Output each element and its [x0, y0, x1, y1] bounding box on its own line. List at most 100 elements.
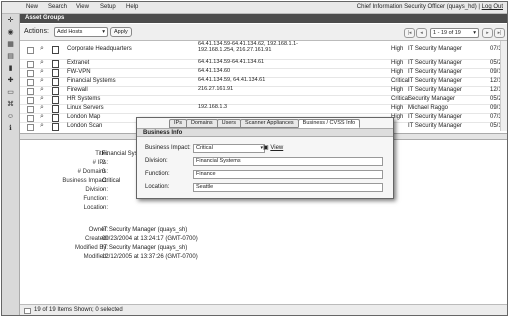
asset-impact: Critical	[391, 96, 410, 102]
search-icon[interactable]: ⌕	[40, 45, 44, 53]
search-icon[interactable]: ⌕	[40, 113, 44, 121]
menu-help[interactable]: Help	[126, 4, 138, 10]
function-value: -	[102, 196, 104, 202]
list-scrollbar[interactable]	[500, 41, 507, 131]
location-label: Location:	[83, 205, 108, 211]
row-checkbox[interactable]	[27, 97, 34, 104]
menu-bar: New Search View Setup Help Chief Informa…	[2, 2, 507, 14]
document-icon[interactable]	[52, 78, 59, 86]
menu-view[interactable]: View	[76, 4, 89, 10]
select-all-checkbox[interactable]	[24, 308, 31, 314]
search-icon[interactable]: ⌕	[40, 95, 44, 103]
table-row[interactable]: ⌕ Corporate Headquarters 64.41.134.59-64.4…	[20, 41, 507, 60]
row-checkbox[interactable]	[27, 106, 34, 113]
row-checkbox[interactable]	[27, 115, 34, 122]
division-field[interactable]: Financial Systems	[193, 157, 383, 166]
asset-owner: IT Security Manager	[408, 60, 462, 66]
asset-owner: IT Security Manager	[408, 78, 462, 84]
asset-ips: 216.27.161.91	[198, 86, 234, 92]
domains-value: 0	[102, 169, 106, 175]
view-link[interactable]: View	[270, 145, 283, 151]
ips-label: # IPs:	[92, 160, 108, 166]
user-icon[interactable]: ☺	[6, 113, 15, 121]
add-hosts-select[interactable]: Add Hosts ▾	[54, 27, 108, 37]
document-icon[interactable]	[52, 105, 59, 113]
status-text: 19 of 19 Items Shown; 0 selected	[34, 307, 123, 313]
chart-icon[interactable]: ▮	[6, 65, 15, 73]
asset-owner: IT Security Manager	[408, 123, 462, 129]
document-icon[interactable]	[52, 69, 59, 77]
document-icon[interactable]	[52, 123, 59, 131]
asset-owner: IT Security Manager	[408, 69, 462, 75]
logout-link[interactable]: Log Out	[482, 4, 503, 10]
asset-impact: High	[391, 60, 404, 66]
asset-owner: IT Security Manager	[408, 114, 462, 120]
network-icon[interactable]: ⌘	[6, 101, 15, 109]
move-icon[interactable]: ✛	[6, 17, 15, 25]
next-page-icon[interactable]: ▸	[482, 28, 493, 38]
menu-search[interactable]: Search	[48, 4, 67, 10]
menu-setup[interactable]: Setup	[100, 4, 116, 10]
business-impact-select[interactable]: Critical ▾	[193, 144, 265, 153]
function-field[interactable]: Finance	[193, 170, 383, 179]
asset-ips: 64.41.134.59, 64.41.134.61	[198, 77, 266, 83]
row-checkbox[interactable]	[27, 70, 34, 77]
document-icon[interactable]	[52, 46, 59, 54]
prev-page-icon[interactable]: ◂	[416, 28, 427, 38]
tab-business-cvss-info[interactable]: Business / CVSS Info	[297, 119, 361, 128]
row-checkbox[interactable]	[27, 79, 34, 86]
document-icon[interactable]	[52, 114, 59, 122]
report-icon[interactable]: ▤	[6, 53, 15, 61]
row-checkbox[interactable]	[27, 88, 34, 95]
owner-label: Owner:	[88, 227, 108, 233]
document-icon[interactable]	[52, 87, 59, 95]
asset-impact: High	[391, 105, 404, 111]
business-impact-label: Business Impact:	[145, 145, 191, 151]
division-field-label: Division:	[145, 158, 168, 164]
tab-ips[interactable]: IPs	[169, 119, 187, 128]
row-checkbox[interactable]	[27, 61, 34, 68]
document-icon[interactable]	[52, 60, 59, 68]
search-icon[interactable]: ⌕	[40, 86, 44, 94]
location-field[interactable]: Seattle	[193, 183, 383, 192]
tab-domains[interactable]: Domains	[185, 119, 218, 128]
status-bar: 19 of 19 Items Shown; 0 selected	[20, 304, 507, 315]
business-impact-value: Critical	[196, 145, 213, 151]
page-range-select[interactable]: 1 - 19 of 19 ▾	[430, 28, 479, 38]
apply-button[interactable]: Apply	[110, 27, 132, 37]
page-range-value: 1 - 19 of 19	[433, 30, 461, 36]
search-icon[interactable]: ⌕	[40, 122, 44, 130]
add-icon[interactable]: ✚	[6, 77, 15, 85]
first-page-icon[interactable]: |◂	[404, 28, 415, 38]
row-checkbox[interactable]	[27, 47, 34, 54]
document-icon[interactable]: ▭	[6, 89, 15, 97]
popup-section-header: Business Info	[137, 128, 393, 137]
popup-tabs: IPs Domains Users Scanner Appliances Bus…	[169, 119, 361, 128]
asset-owner: Security Manager	[408, 96, 456, 102]
actions-toolbar: Actions: Add Hosts ▾ Apply |◂ ◂ 1 - 19 o…	[20, 24, 507, 41]
document-icon[interactable]	[52, 96, 59, 104]
asset-owner: Michael Raggo	[408, 105, 449, 111]
created-value: 09/23/2004 at 13:24:17 (GMT-0700)	[102, 236, 198, 242]
last-page-icon[interactable]: ▸|	[494, 28, 505, 38]
scan-icon[interactable]: ◉	[6, 29, 15, 37]
asset-name: Firewall	[67, 87, 88, 93]
user-label: Chief Information Security Officer (quay…	[356, 4, 480, 10]
asset-ips: 64.41.134.60	[198, 68, 231, 74]
row-checkbox[interactable]	[27, 124, 34, 131]
search-icon[interactable]: ⌕	[40, 68, 44, 76]
asset-owner: IT Security Manager	[408, 46, 462, 52]
search-icon[interactable]: ⌕	[40, 77, 44, 85]
menu-new[interactable]: New	[26, 4, 38, 10]
actions-label: Actions:	[24, 28, 49, 35]
asset-impact: High	[391, 46, 404, 52]
tab-users[interactable]: Users	[216, 119, 242, 128]
tab-scanner-appliances[interactable]: Scanner Appliances	[240, 119, 299, 128]
asset-name: Linux Servers	[67, 105, 104, 111]
info-icon[interactable]: ℹ	[6, 125, 15, 133]
search-icon[interactable]: ⌕	[40, 59, 44, 67]
chevron-down-icon: ▾	[473, 30, 476, 36]
search-icon[interactable]: ⌕	[40, 104, 44, 112]
title-label: Title:	[95, 151, 108, 157]
map-icon[interactable]: ▦	[6, 41, 15, 49]
